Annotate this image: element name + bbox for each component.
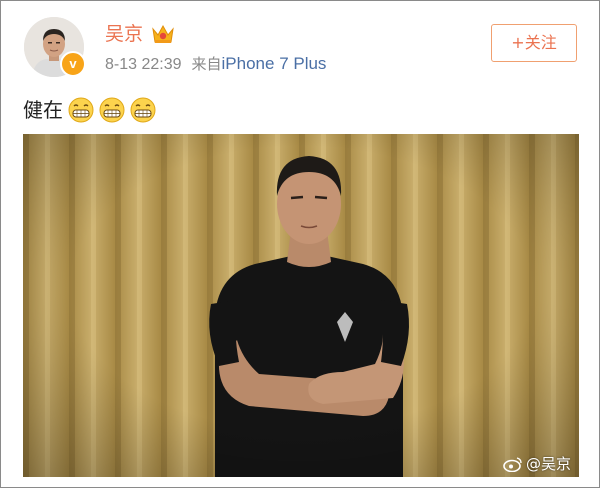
- post-text: 健在: [23, 98, 63, 122]
- post-timestamp[interactable]: 8-13 22:39: [105, 56, 182, 73]
- vip-crown-icon[interactable]: [151, 23, 175, 45]
- grin-emoji-icon: [130, 97, 156, 123]
- verified-badge-icon: v: [60, 51, 86, 77]
- source-device-link[interactable]: iPhone 7 Plus: [222, 54, 327, 73]
- grin-emoji-icon: [68, 97, 94, 123]
- weibo-post-card: v 吴京 8-13 22:39 来自iPhone 7 Plus +关注 健在 @…: [0, 0, 600, 488]
- weibo-logo-icon: [503, 456, 522, 472]
- post-photo[interactable]: [23, 134, 579, 477]
- follow-button[interactable]: +关注: [491, 24, 577, 62]
- post-header: v 吴京 8-13 22:39 来自iPhone 7 Plus +关注: [1, 1, 599, 91]
- watermark-text: @吴京: [526, 455, 572, 473]
- grin-emoji-icon: [99, 97, 125, 123]
- photo-watermark: @吴京: [503, 453, 571, 474]
- post-body: 健在: [23, 95, 156, 125]
- author-avatar[interactable]: v: [24, 17, 86, 77]
- post-meta: 8-13 22:39 来自iPhone 7 Plus: [105, 54, 326, 75]
- source-label: 来自: [191, 55, 222, 73]
- author-name[interactable]: 吴京: [105, 21, 143, 47]
